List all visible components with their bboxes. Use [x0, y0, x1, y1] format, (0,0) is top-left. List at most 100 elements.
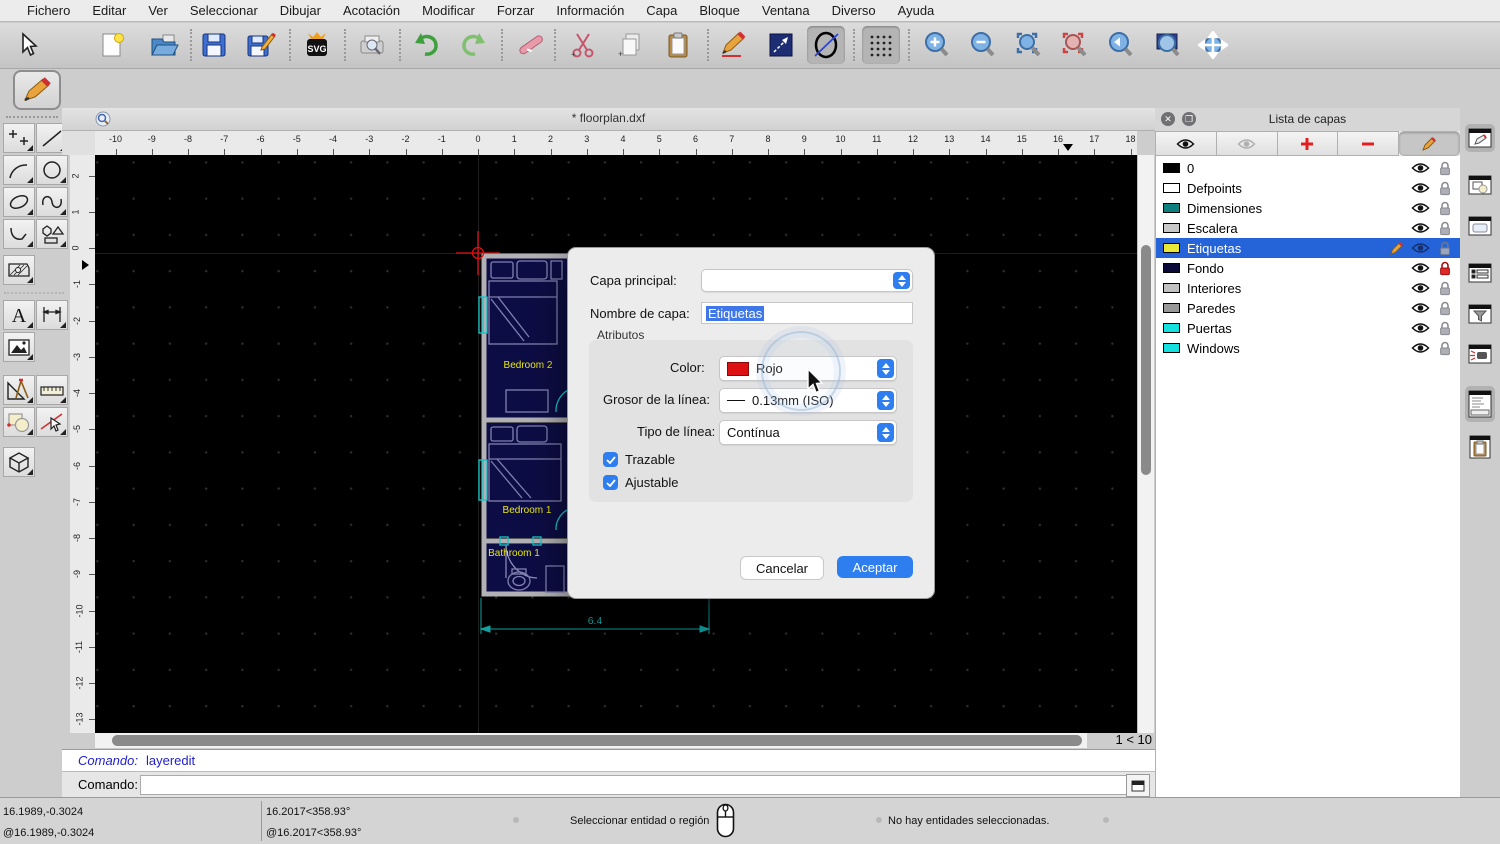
panel-clipboard-button[interactable] [1465, 433, 1495, 461]
box-3d-tool[interactable] [3, 447, 35, 477]
select-pointer-icon[interactable] [10, 26, 48, 64]
horizontal-scrollbar-thumb[interactable] [112, 735, 1082, 746]
layer-row-dimensiones[interactable]: Dimensiones [1156, 198, 1461, 218]
layer-row-puertas[interactable]: Puertas [1156, 318, 1461, 338]
menu-informacion[interactable]: Información [545, 3, 635, 18]
layer-row-0[interactable]: 0 [1156, 158, 1461, 178]
snap-tool[interactable] [36, 407, 68, 437]
hatch-tool[interactable] [3, 255, 35, 285]
panel-view-button[interactable] [1465, 340, 1495, 368]
visibility-eye-icon[interactable] [1411, 241, 1430, 259]
parent-layer-select[interactable] [701, 269, 913, 292]
visibility-eye-icon[interactable] [1411, 221, 1430, 239]
undo-icon[interactable] [407, 26, 445, 64]
zoom-out-icon[interactable] [964, 26, 1002, 64]
remove-layer-button[interactable] [1338, 131, 1399, 156]
panel-list-button[interactable] [1465, 259, 1495, 287]
panel-library-button[interactable] [1465, 212, 1495, 240]
menu-ventana[interactable]: Ventana [751, 3, 821, 18]
horizontal-scrollbar[interactable] [95, 733, 1087, 748]
open-file-icon[interactable] [145, 26, 183, 64]
menu-diverso[interactable]: Diverso [821, 3, 887, 18]
zoom-pan-icon[interactable] [1194, 26, 1232, 64]
panel-command-button[interactable] [1465, 386, 1495, 422]
visibility-eye-icon[interactable] [1411, 301, 1430, 319]
edit-layer-button[interactable] [1399, 131, 1460, 156]
shapes-tool[interactable] [36, 219, 68, 249]
menu-modificar[interactable]: Modificar [411, 3, 486, 18]
command-detach-button[interactable] [1126, 774, 1150, 797]
lock-icon[interactable] [1439, 341, 1451, 361]
hide-all-layers-button[interactable] [1217, 131, 1278, 156]
visibility-eye-icon[interactable] [1411, 161, 1430, 179]
ruler-tool[interactable] [36, 375, 68, 405]
command-input[interactable] [140, 775, 1130, 795]
save-as-icon[interactable] [242, 26, 280, 64]
construction-tool[interactable] [3, 375, 35, 405]
visibility-eye-icon[interactable] [1411, 341, 1430, 359]
layer-name-field[interactable]: Etiquetas [701, 302, 913, 324]
ellipse-tool[interactable] [3, 187, 35, 217]
layer-row-defpoints[interactable]: Defpoints [1156, 178, 1461, 198]
document-title-bar[interactable]: * floorplan.dxf [62, 108, 1155, 131]
panel-blocks-button[interactable] [1465, 171, 1495, 199]
menu-ayuda[interactable]: Ayuda [887, 3, 946, 18]
menu-editar[interactable]: Editar [81, 3, 137, 18]
zoom-selection-icon[interactable] [1056, 26, 1094, 64]
menu-capa[interactable]: Capa [635, 3, 688, 18]
grid-toggle-icon[interactable] [862, 26, 900, 64]
ellipse-strike-icon[interactable] [807, 26, 845, 64]
modify-tool[interactable] [3, 407, 35, 437]
adjustable-checkbox[interactable] [603, 475, 618, 490]
visibility-eye-icon[interactable] [1411, 261, 1430, 279]
layer-panel-title-bar[interactable]: ✕ ❐ Lista de capas [1155, 108, 1460, 132]
dimension-tool[interactable] [36, 300, 68, 330]
zoom-window-icon[interactable] [1149, 26, 1187, 64]
panel-filter-button[interactable] [1465, 300, 1495, 328]
active-tool-pencil-button[interactable] [13, 70, 61, 110]
points-tool[interactable] [3, 123, 35, 153]
visibility-eye-icon[interactable] [1411, 181, 1430, 199]
layer-row-etiquetas[interactable]: Etiquetas [1156, 238, 1461, 258]
zoom-auto-icon[interactable] [1010, 26, 1048, 64]
show-all-layers-button[interactable] [1155, 131, 1217, 156]
visibility-eye-icon[interactable] [1411, 281, 1430, 299]
menu-fichero[interactable]: Fichero [16, 3, 81, 18]
line-type-select[interactable]: Contínua [719, 420, 897, 445]
zoom-in-icon[interactable] [918, 26, 956, 64]
text-tool[interactable]: A [3, 300, 35, 330]
redo-icon[interactable] [455, 26, 493, 64]
printable-checkbox[interactable] [603, 452, 618, 467]
spline-tool[interactable] [36, 187, 68, 217]
print-preview-icon[interactable] [353, 26, 391, 64]
save-icon[interactable] [195, 26, 233, 64]
new-document-icon[interactable] [93, 26, 131, 64]
svg-export-icon[interactable]: SVG [298, 26, 336, 64]
circle-tool[interactable] [36, 155, 68, 185]
menu-dibujar[interactable]: Dibujar [269, 3, 332, 18]
pen-icon[interactable] [714, 26, 752, 64]
menu-seleccionar[interactable]: Seleccionar [179, 3, 269, 18]
visibility-eye-icon[interactable] [1411, 321, 1430, 339]
eraser-icon[interactable] [511, 26, 549, 64]
vertical-scrollbar-thumb[interactable] [1141, 245, 1151, 475]
image-tool[interactable] [3, 332, 35, 362]
cancel-button[interactable]: Cancelar [740, 556, 824, 580]
layer-row-interiores[interactable]: Interiores [1156, 278, 1461, 298]
layer-row-windows[interactable]: Windows [1156, 338, 1461, 358]
menu-acotacion[interactable]: Acotación [332, 3, 411, 18]
layer-row-escalera[interactable]: Escalera [1156, 218, 1461, 238]
visibility-eye-icon[interactable] [1411, 201, 1430, 219]
polyline-tool[interactable] [3, 219, 35, 249]
arc-tool[interactable] [3, 155, 35, 185]
panel-layers-button[interactable] [1465, 124, 1495, 152]
menu-bloque[interactable]: Bloque [688, 3, 750, 18]
paste-icon[interactable] [659, 26, 697, 64]
layer-row-paredes[interactable]: Paredes [1156, 298, 1461, 318]
layer-row-fondo[interactable]: Fondo [1156, 258, 1461, 278]
vertical-scrollbar[interactable] [1137, 155, 1154, 733]
menu-forzar[interactable]: Forzar [486, 3, 546, 18]
accept-button[interactable]: Aceptar [837, 556, 913, 578]
menu-ver[interactable]: Ver [137, 3, 179, 18]
cut-icon[interactable]: + [564, 26, 602, 64]
